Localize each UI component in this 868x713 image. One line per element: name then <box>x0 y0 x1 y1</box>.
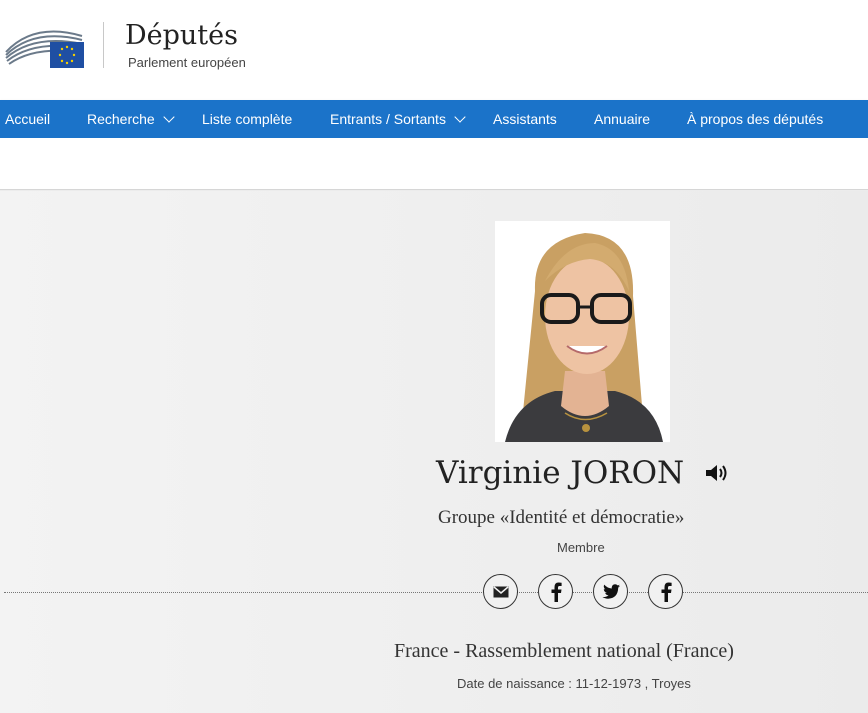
nav-item-liste-complete[interactable]: Liste complète <box>202 100 292 138</box>
european-parliament-logo-icon[interactable] <box>4 22 86 70</box>
nav-item-label: Recherche <box>87 111 155 127</box>
email-icon[interactable] <box>483 574 518 609</box>
nav-item-label: Annuaire <box>594 111 651 127</box>
nav-item-label: Accueil <box>5 111 51 127</box>
nav-item-accueil[interactable]: Accueil <box>5 100 50 138</box>
site-title[interactable]: Députés <box>125 20 238 51</box>
birth-info: Date de naissance : 11-12-1973 , Troyes <box>457 676 691 691</box>
country-party: France - Rassemblement national (France) <box>394 640 734 662</box>
mep-role: Membre <box>557 540 605 555</box>
site-header: Députés Parlement européen <box>0 0 868 100</box>
nav-item-label: Entrants / Sortants <box>330 111 446 127</box>
nav-item-label: Assistants <box>493 111 557 127</box>
twitter-icon[interactable] <box>593 574 628 609</box>
facebook-icon[interactable] <box>538 574 573 609</box>
nav-item-recherche[interactable]: Recherche <box>87 100 175 138</box>
nav-item-label: Liste complète <box>202 111 293 127</box>
facebook-icon[interactable] <box>648 574 683 609</box>
mep-photo <box>495 221 670 442</box>
nav-item-assistants[interactable]: Assistants <box>493 100 557 138</box>
chevron-down-icon <box>163 111 175 123</box>
chevron-down-icon <box>454 111 466 123</box>
header-divider <box>103 22 104 68</box>
nav-item-entrants-sortants[interactable]: Entrants / Sortants <box>330 100 466 138</box>
site-subtitle: Parlement européen <box>128 55 246 70</box>
nav-item-a-propos[interactable]: À propos des députés <box>687 100 823 138</box>
sub-header-bar <box>0 138 868 190</box>
political-group: Groupe «Identité et démocratie» <box>438 507 685 528</box>
nav-item-annuaire[interactable]: Annuaire <box>594 100 650 138</box>
main-navigation: Accueil Recherche Liste complète Entrant… <box>0 100 868 138</box>
speaker-icon[interactable] <box>704 461 730 485</box>
profile-section <box>0 191 868 713</box>
dotted-divider <box>4 592 868 593</box>
mep-name: Virginie JORON <box>436 455 685 491</box>
nav-item-label: À propos des députés <box>687 111 824 127</box>
